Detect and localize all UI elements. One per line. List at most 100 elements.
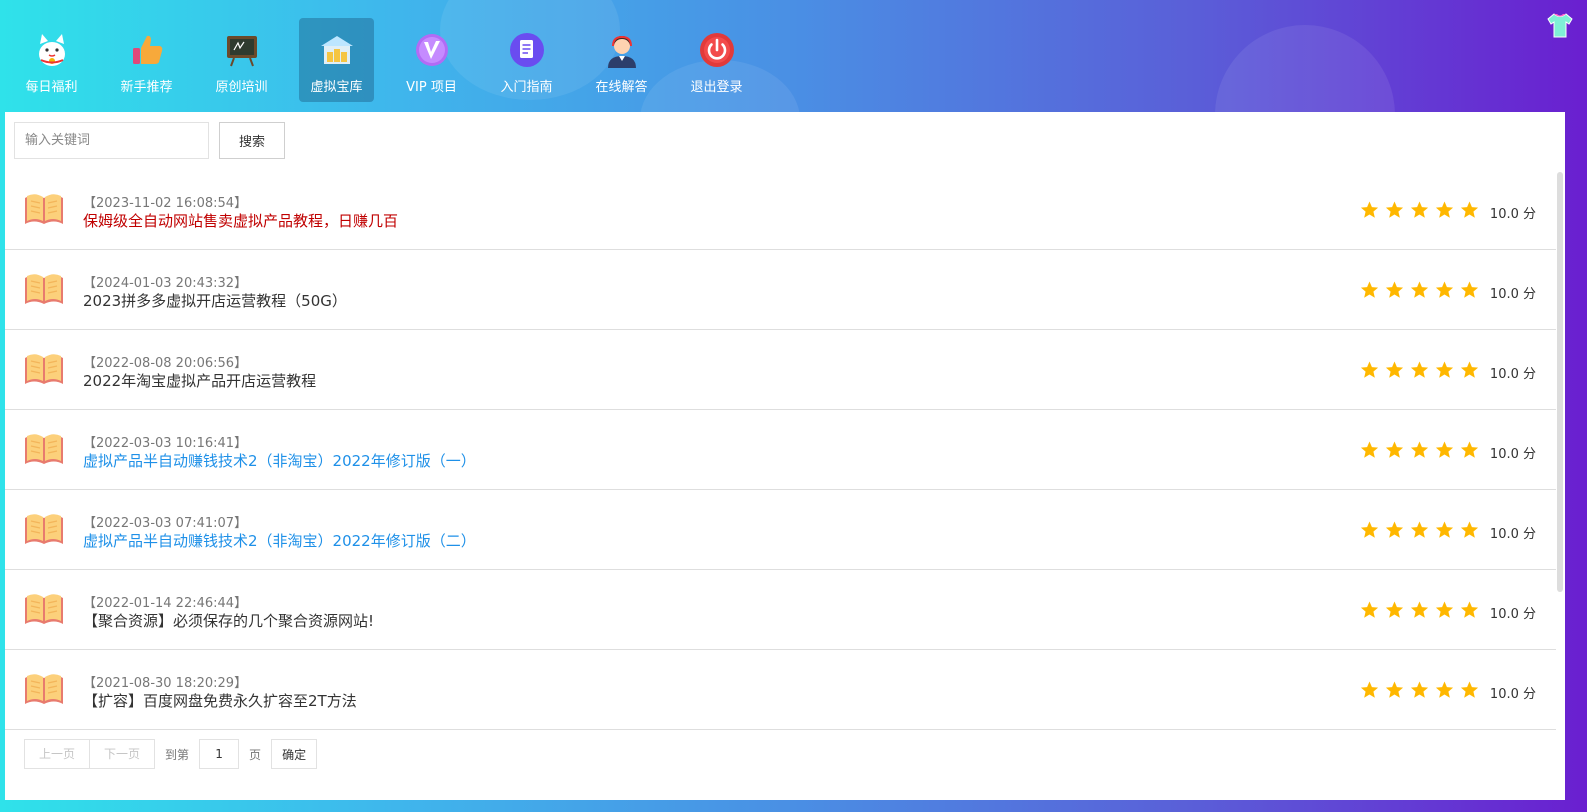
star-icon <box>1359 680 1380 700</box>
nav-item-0[interactable]: 每日福利 <box>14 18 89 102</box>
list-item: 【2022-01-14 22:46:44】 【聚合资源】必须保存的几个聚合资源网站… <box>5 570 1556 650</box>
nav-item-3[interactable]: 虚拟宝库 <box>299 18 374 102</box>
page-unit-label: 页 <box>249 747 262 762</box>
nav-item-label: 虚拟宝库 <box>310 80 363 95</box>
book-icon <box>23 270 65 308</box>
star-icon <box>1434 360 1455 380</box>
prev-page-button[interactable]: 上一页 <box>24 739 91 769</box>
search-button[interactable]: 搜索 <box>219 122 285 159</box>
nav-item-2[interactable]: 原创培训 <box>204 18 279 102</box>
rating-stars <box>1355 520 1480 540</box>
guide-document-icon <box>505 28 549 72</box>
star-icon <box>1384 520 1405 540</box>
list-item: 【2022-03-03 10:16:41】 虚拟产品半自动赚钱技术2（非淘宝）20… <box>5 410 1556 490</box>
star-icon <box>1384 440 1405 460</box>
star-icon <box>1384 280 1405 300</box>
star-icon <box>1409 280 1430 300</box>
item-title-link[interactable]: 保姆级全自动网站售卖虚拟产品教程，日赚几百 <box>83 210 398 231</box>
nav-item-label: 每日福利 <box>25 80 78 95</box>
nav-item-1[interactable]: 新手推荐 <box>109 18 184 102</box>
star-icon <box>1409 520 1430 540</box>
item-title-link[interactable]: 2022年淘宝虚拟产品开店运营教程 <box>83 370 316 391</box>
star-icon <box>1434 600 1455 620</box>
resource-list: 【2023-11-02 16:08:54】 保姆级全自动网站售卖虚拟产品教程，日赚… <box>5 170 1556 730</box>
nav-item-label: 退出登录 <box>690 80 743 95</box>
star-icon <box>1459 600 1480 620</box>
list-item: 【2023-11-02 16:08:54】 保姆级全自动网站售卖虚拟产品教程，日赚… <box>5 170 1556 250</box>
pagination: 上一页 下一页 到第 页 确定 <box>24 739 318 769</box>
vip-icon <box>410 28 454 72</box>
star-icon <box>1409 360 1430 380</box>
page-number-input[interactable] <box>199 739 240 769</box>
star-icon <box>1359 600 1380 620</box>
item-title-link[interactable]: 虚拟产品半自动赚钱技术2（非淘宝）2022年修订版（二） <box>83 530 476 551</box>
star-icon <box>1359 360 1380 380</box>
book-icon <box>23 670 65 708</box>
item-date: 【2024-01-03 20:43:32】 <box>83 276 248 291</box>
item-date: 【2023-11-02 16:08:54】 <box>83 196 248 211</box>
confirm-page-button[interactable]: 确定 <box>271 739 318 769</box>
star-icon <box>1459 520 1480 540</box>
item-title-link[interactable]: 【聚合资源】必须保存的几个聚合资源网站! <box>83 610 374 631</box>
item-title-link[interactable]: 虚拟产品半自动赚钱技术2（非淘宝）2022年修订版（一） <box>83 450 476 471</box>
list-item: 【2022-08-08 20:06:56】 2022年淘宝虚拟产品开店运营教程 10… <box>5 330 1556 410</box>
search-bar: 搜索 <box>14 122 285 159</box>
list-item: 【2021-08-30 18:20:29】 【扩容】百度网盘免费永久扩容至2T方法… <box>5 650 1556 730</box>
star-icon <box>1434 200 1455 220</box>
star-icon <box>1434 520 1455 540</box>
star-icon <box>1409 600 1430 620</box>
nav-item-6[interactable]: 在线解答 <box>584 18 659 102</box>
star-icon <box>1409 440 1430 460</box>
nav-item-4[interactable]: VIP 项目 <box>394 18 469 102</box>
star-icon <box>1459 680 1480 700</box>
search-input[interactable] <box>14 122 209 159</box>
star-icon <box>1359 440 1380 460</box>
item-date: 【2022-03-03 07:41:07】 <box>83 516 248 531</box>
skin-shirt-icon[interactable] <box>1545 10 1575 40</box>
next-page-button[interactable]: 下一页 <box>90 739 156 769</box>
star-icon <box>1409 200 1430 220</box>
star-icon <box>1384 360 1405 380</box>
rating-stars <box>1355 200 1480 220</box>
star-icon <box>1434 280 1455 300</box>
nav-item-label: 新手推荐 <box>120 80 173 95</box>
rating-stars <box>1355 680 1480 700</box>
star-icon <box>1359 280 1380 300</box>
star-icon <box>1459 360 1480 380</box>
item-score: 10.0 分 <box>1489 367 1536 382</box>
main-content: 搜索 【2023-11-02 16:08:54】保姆级全自动网站售卖虚拟产品教程… <box>5 112 1565 800</box>
rating-stars <box>1355 360 1480 380</box>
book-icon <box>23 510 65 548</box>
star-icon <box>1459 440 1480 460</box>
header-banner: 每日福利 新手推荐 原创培训 虚拟宝库 VIP 项目 入门指南 在线解答 退出登录 <box>0 0 1587 112</box>
item-date: 【2022-08-08 20:06:56】 <box>83 356 248 371</box>
nav-item-label: 原创培训 <box>215 80 268 95</box>
item-score: 10.0 分 <box>1489 447 1536 462</box>
item-score: 10.0 分 <box>1489 527 1536 542</box>
goto-label: 到第 <box>165 747 190 762</box>
support-agent-icon <box>600 28 644 72</box>
book-icon <box>23 350 65 388</box>
item-title-link[interactable]: 【扩容】百度网盘免费永久扩容至2T方法 <box>83 690 357 711</box>
star-icon <box>1434 680 1455 700</box>
thumbs-up-icon <box>125 28 169 72</box>
nav-item-7[interactable]: 退出登录 <box>679 18 754 102</box>
rating-stars <box>1355 600 1480 620</box>
power-icon <box>695 28 739 72</box>
item-date: 【2021-08-30 18:20:29】 <box>83 676 248 691</box>
nav-item-label: 在线解答 <box>595 80 648 95</box>
item-score: 10.0 分 <box>1489 687 1536 702</box>
rating-stars <box>1355 440 1480 460</box>
decorative-bubble <box>1215 25 1395 112</box>
star-icon <box>1459 200 1480 220</box>
book-icon <box>23 430 65 468</box>
scrollbar[interactable] <box>1557 172 1563 592</box>
nav-item-5[interactable]: 入门指南 <box>489 18 564 102</box>
lucky-cat-icon <box>30 28 74 72</box>
star-icon <box>1359 520 1380 540</box>
item-title-link[interactable]: 2023拼多多虚拟开店运营教程（50G） <box>83 290 347 311</box>
list-item: 【2022-03-03 07:41:07】 虚拟产品半自动赚钱技术2（非淘宝）20… <box>5 490 1556 570</box>
star-icon <box>1434 440 1455 460</box>
item-score: 10.0 分 <box>1489 607 1536 622</box>
book-icon <box>23 190 65 228</box>
